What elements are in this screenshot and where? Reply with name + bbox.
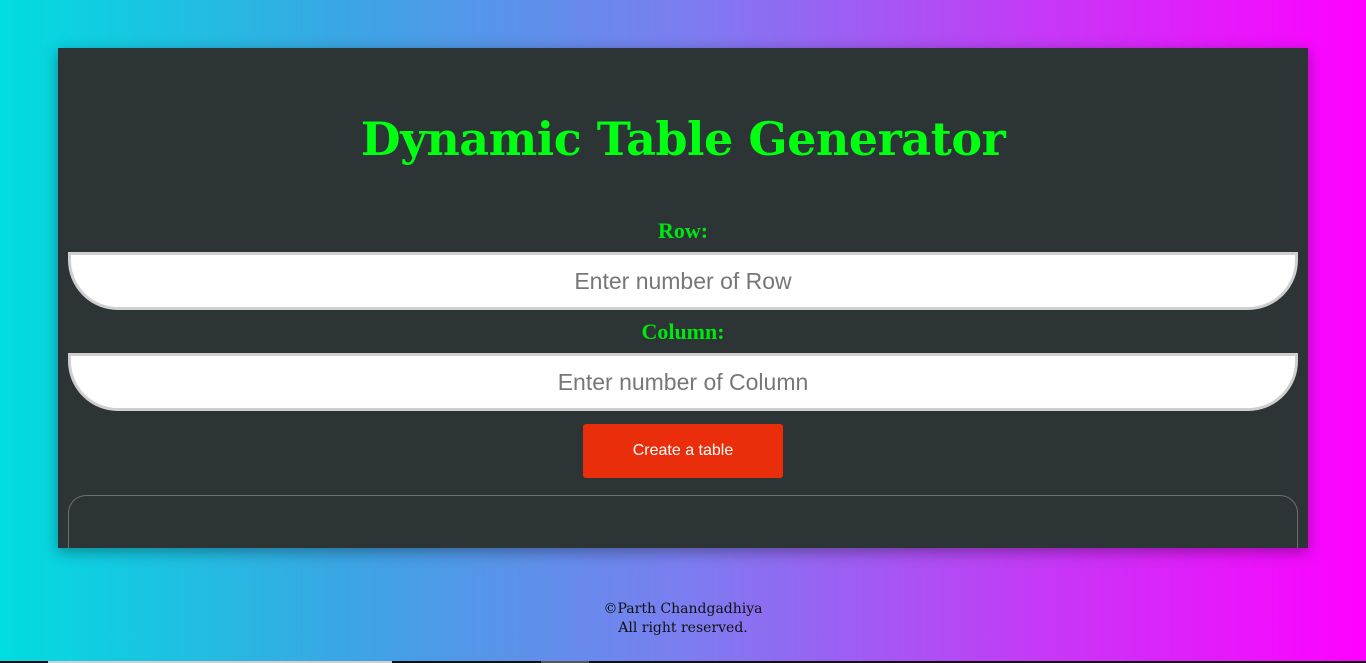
column-label: Column: (641, 319, 725, 344)
create-table-button[interactable]: Create a table (583, 424, 783, 478)
generated-table-container (68, 495, 1298, 548)
footer: ©Parth Chandgadhiya All right reserved. (0, 600, 1366, 638)
row-input[interactable] (68, 252, 1298, 310)
generator-card: Dynamic Table Generator Row: Column: Cre… (58, 48, 1308, 548)
page-title: Dynamic Table Generator (360, 112, 1006, 166)
column-input[interactable] (68, 353, 1298, 411)
footer-copyright: ©Parth Chandgadhiya (603, 601, 763, 617)
row-label: Row: (657, 218, 709, 243)
footer-rights: All right reserved. (618, 620, 748, 636)
